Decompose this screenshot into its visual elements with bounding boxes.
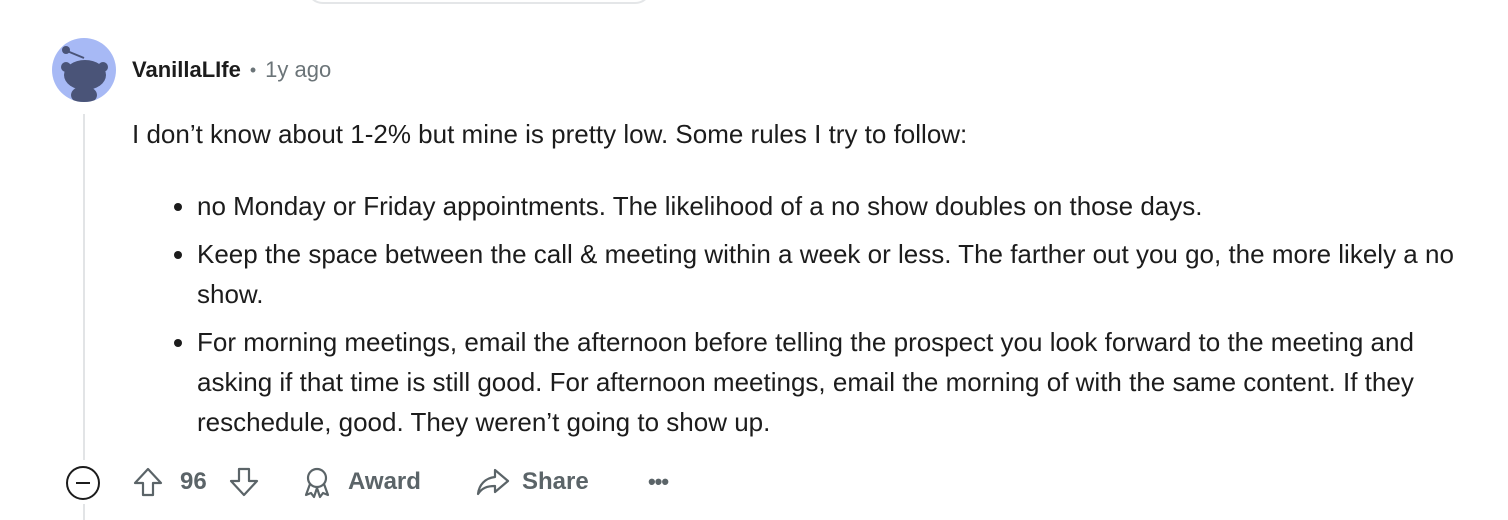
comment-intro: I don’t know about 1-2% but mine is pret… <box>132 119 968 149</box>
previous-element-edge <box>306 0 652 4</box>
comment-action-bar: 96 Award Share ••• <box>0 458 1508 506</box>
upvote-icon[interactable] <box>132 466 164 498</box>
award-icon <box>304 467 330 499</box>
share-label: Share <box>522 468 589 495</box>
share-icon <box>476 468 510 496</box>
avatar[interactable] <box>52 38 116 102</box>
downvote-icon[interactable] <box>228 466 260 498</box>
list-item: Keep the space between the call & meetin… <box>197 234 1477 314</box>
comment-timestamp[interactable]: 1y ago <box>265 57 331 83</box>
award-label: Award <box>348 468 421 495</box>
list-item: For morning meetings, email the afternoo… <box>197 322 1477 442</box>
share-button[interactable]: Share <box>476 462 589 502</box>
thread-line[interactable] <box>83 114 85 460</box>
rules-list: no Monday or Friday appointments. The li… <box>132 186 1477 442</box>
award-button[interactable]: Award <box>300 462 421 502</box>
minus-circle-icon <box>76 482 90 484</box>
author-name[interactable]: VanillaLIfe <box>132 57 241 83</box>
comment-body: I don’t know about 1-2% but mine is pret… <box>132 114 1477 450</box>
vote-count: 96 <box>180 468 207 495</box>
comment-meta: VanillaLIfe • 1y ago <box>132 56 331 84</box>
thread-line-continuation[interactable] <box>83 504 85 520</box>
more-options-icon: ••• <box>647 469 669 494</box>
list-item: no Monday or Friday appointments. The li… <box>197 186 1477 226</box>
snoo-avatar-icon <box>61 46 108 102</box>
collapse-thread-button[interactable] <box>66 466 100 500</box>
more-options-button[interactable]: ••• <box>644 466 672 498</box>
meta-separator: • <box>249 59 257 80</box>
